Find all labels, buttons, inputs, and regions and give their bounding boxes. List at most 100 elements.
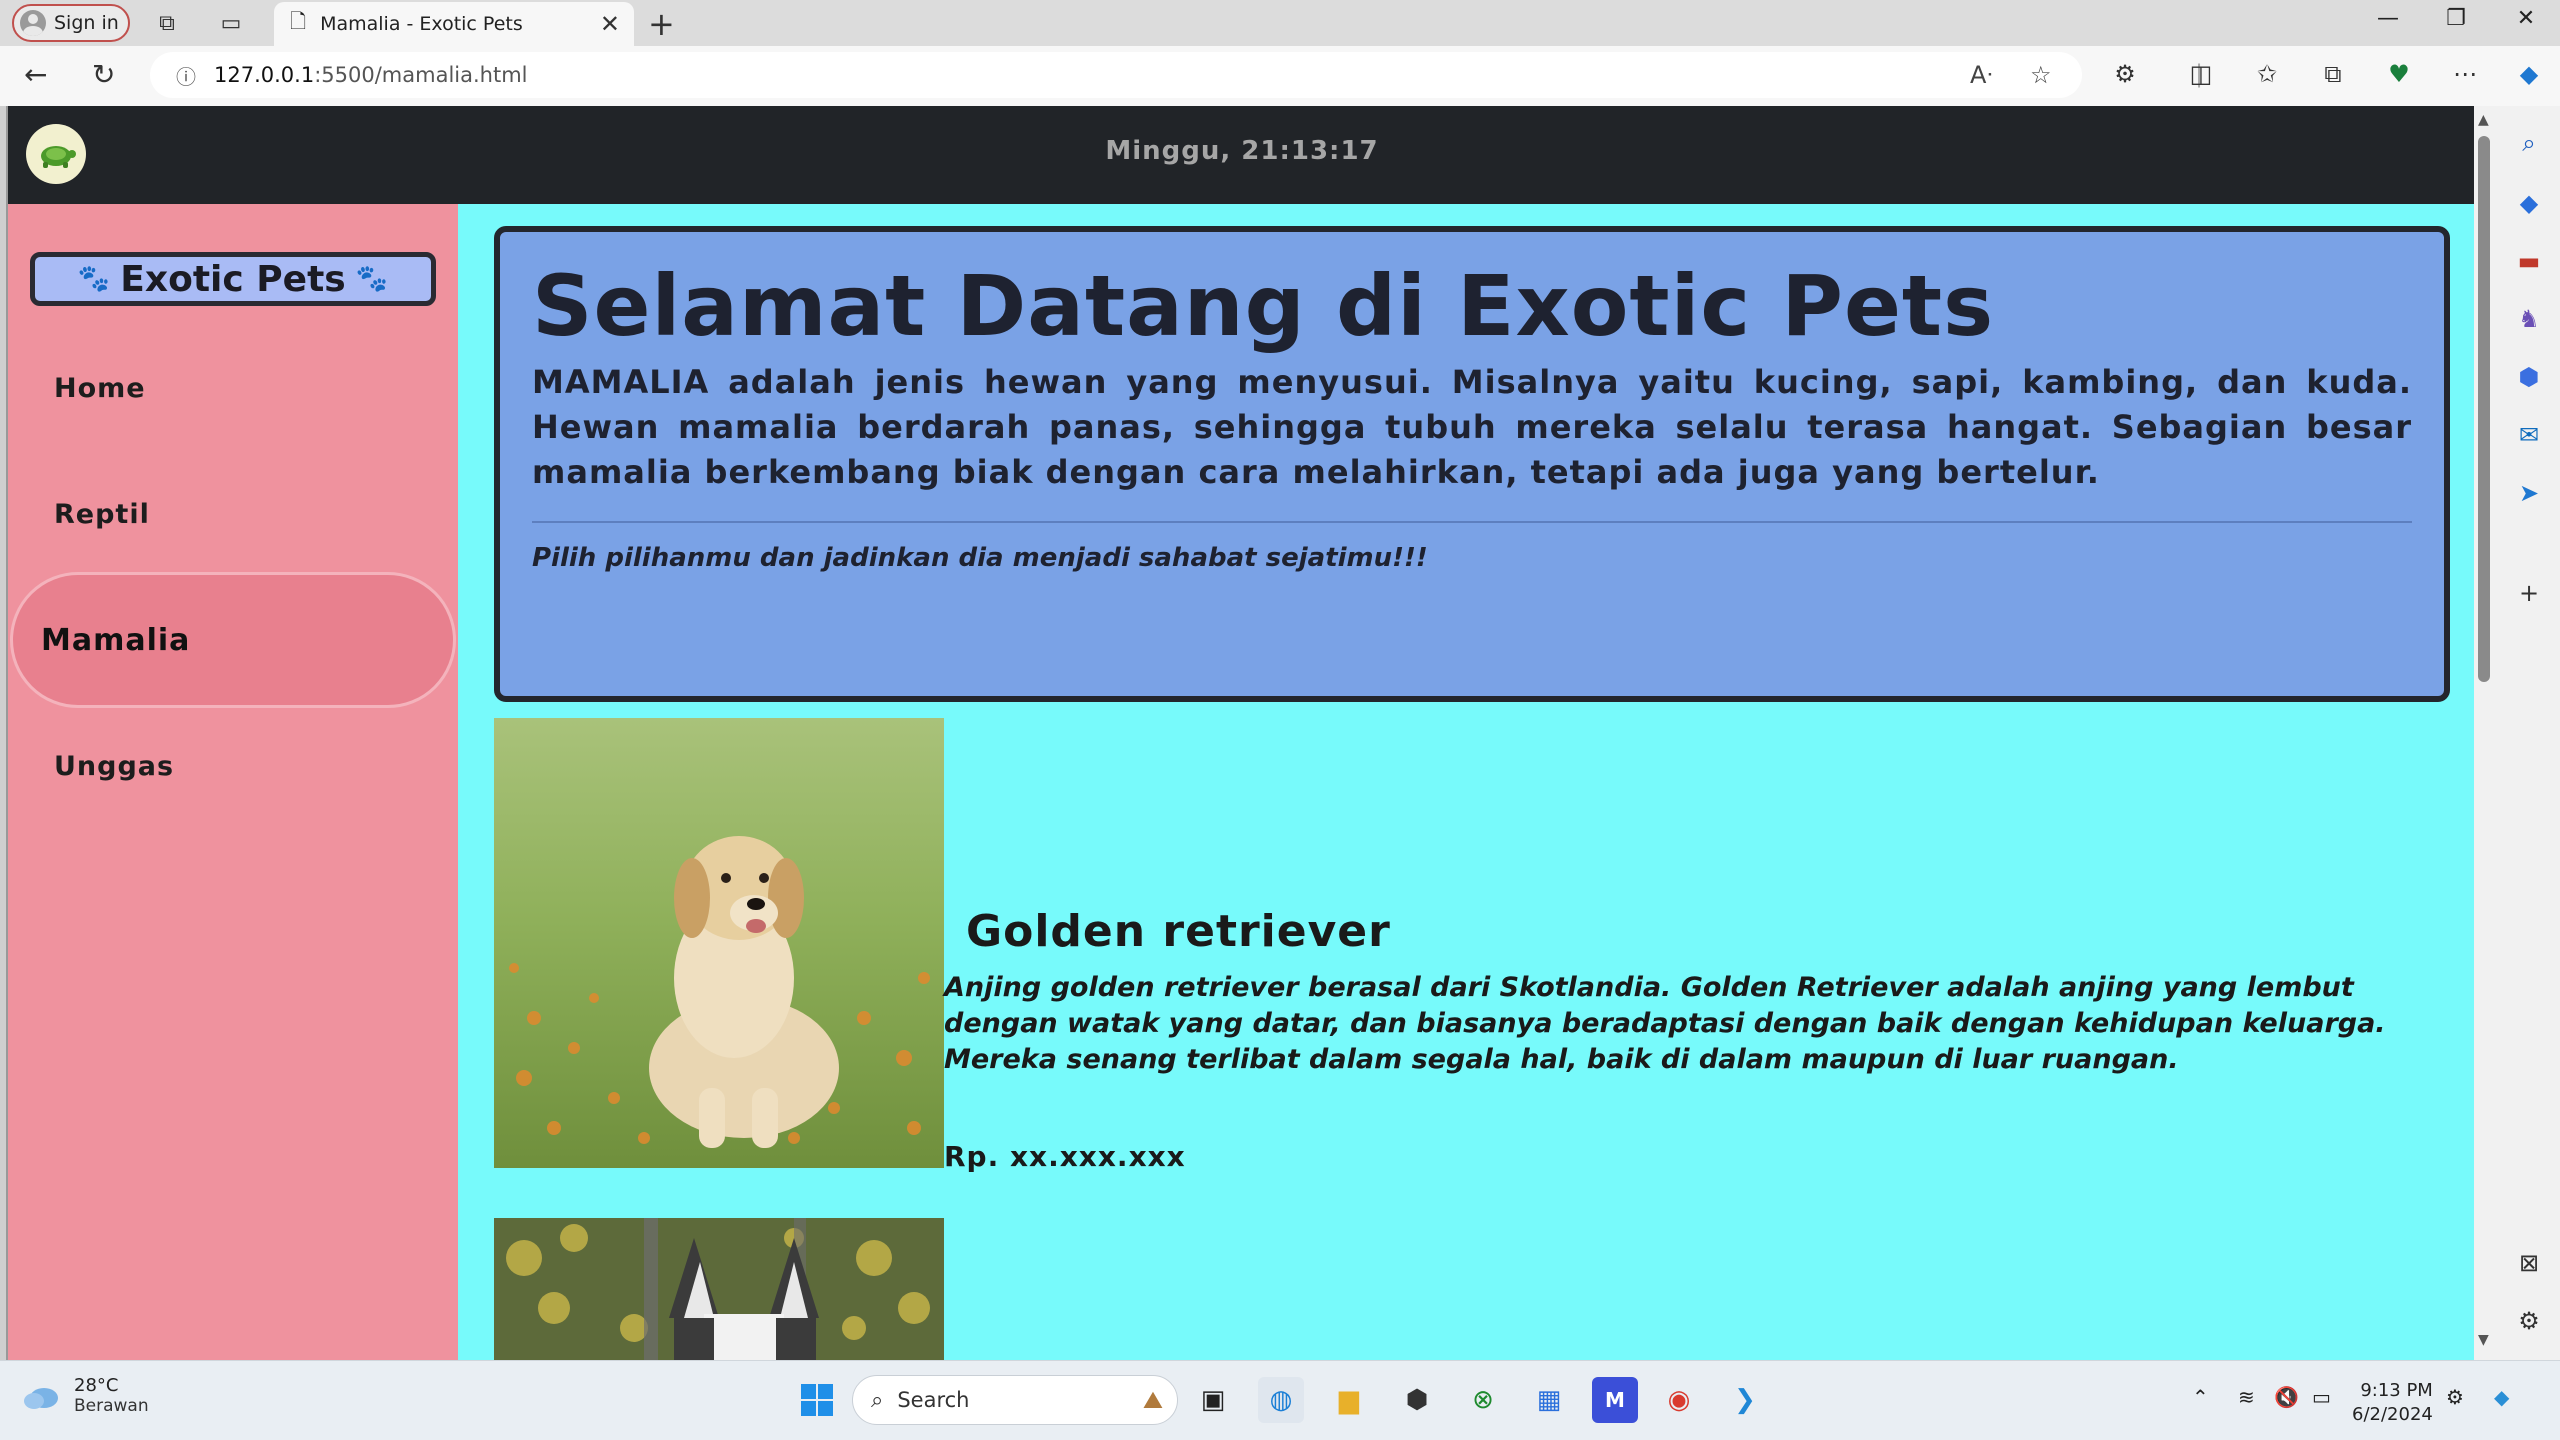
search-label: Search — [897, 1388, 970, 1412]
paw-icon: 🐾 — [77, 264, 111, 294]
close-window-icon[interactable]: ✕ — [2506, 6, 2546, 31]
mamalia-description-text: adalah jenis hewan yang menyusui. Misaln… — [532, 363, 2412, 491]
brand-name: Exotic Pets — [120, 258, 346, 300]
nav-reptil[interactable]: Reptil — [8, 446, 458, 582]
cloud-icon — [24, 1387, 58, 1409]
welcome-title: Selamat Datang di Exotic Pets — [532, 257, 1995, 355]
url-host: 127.0.0.1 — [214, 63, 315, 87]
xbox-icon[interactable]: ⊗ — [1460, 1377, 1506, 1423]
volume-muted-icon[interactable]: 🔇 — [2274, 1385, 2299, 1409]
new-tab-icon[interactable]: + — [648, 5, 675, 43]
live-clock: Minggu, 21:13:17 — [1105, 136, 1379, 166]
brand-badge: 🐾 Exotic Pets 🐾 — [30, 252, 436, 306]
nav-home[interactable]: Home — [8, 320, 458, 456]
app-hexagon-icon[interactable]: ⬢ — [1394, 1377, 1440, 1423]
browser-tab-bar: Sign in ⧉ ▭ 🗋 Mamalia - Exotic Pets ✕ + … — [0, 0, 2560, 46]
scroll-down-icon[interactable]: ▼ — [2478, 1332, 2489, 1348]
shopping-tag-icon[interactable]: ◆ — [2512, 186, 2546, 220]
task-view-icon[interactable]: ▣ — [1190, 1377, 1236, 1423]
paw-icon: 🐾 — [355, 264, 389, 294]
nav-mamalia[interactable]: Mamalia — [10, 572, 456, 708]
favorites-icon[interactable]: ✩ — [2250, 60, 2284, 88]
search-highlight-icon: ⛰ — [1142, 1386, 1163, 1414]
pet-price: Rp. xx.xxx.xxx — [944, 1140, 1186, 1173]
site-sidebar: 🐾 Exotic Pets 🐾 Home Reptil Mamalia Ungg… — [8, 204, 458, 1360]
copilot-pre-icon[interactable]: ◆ — [2494, 1385, 2509, 1409]
sign-in-button[interactable]: Sign in — [12, 4, 130, 42]
weather-temperature: 28°C — [74, 1375, 119, 1396]
url-path: :5500/mamalia.html — [314, 63, 528, 87]
search-icon[interactable]: ⌕ — [2512, 126, 2546, 160]
start-windows-icon[interactable] — [794, 1377, 840, 1423]
outlook-icon[interactable]: ✉ — [2512, 418, 2546, 452]
site-info-icon[interactable]: ⓘ — [176, 61, 196, 90]
wifi-icon[interactable]: ≋ — [2238, 1385, 2255, 1409]
back-icon[interactable]: ← — [24, 58, 47, 91]
chrome-icon[interactable]: ◉ — [1656, 1377, 1702, 1423]
copilot-icon[interactable]: ◆ — [2512, 60, 2546, 88]
show-hidden-icons-chevron-icon[interactable]: ⌃ — [2192, 1385, 2209, 1409]
mamalia-keyword: MAMALIA — [532, 363, 710, 401]
search-icon: ⌕ — [871, 1387, 884, 1413]
welcome-panel: Selamat Datang di Exotic Pets MAMALIA ad… — [494, 226, 2450, 702]
system-time: 9:13 PM — [2360, 1380, 2433, 1401]
call-to-action: Pilih pilihanmu dan jadinkan dia menjadi… — [532, 543, 1428, 573]
battery-icon[interactable]: ▭ — [2312, 1385, 2331, 1409]
browser-essentials-icon[interactable]: ♥ — [2382, 60, 2416, 88]
profile-avatar-icon — [20, 10, 46, 36]
favorite-star-icon[interactable]: ☆ — [2030, 52, 2052, 98]
main-content: Selamat Datang di Exotic Pets MAMALIA ad… — [458, 204, 2474, 1360]
taskbar-search[interactable]: ⌕ Search ⛰ — [852, 1375, 1178, 1425]
sidebar-settings-gear-icon[interactable]: ⚙ — [2512, 1304, 2546, 1338]
tools-briefcase-icon[interactable]: ▬ — [2512, 244, 2546, 278]
scrollbar-thumb[interactable] — [2478, 136, 2490, 682]
windows-taskbar: 28°C Berawan ⌕ Search ⛰ ▣ ◍ ▆ ⬢ ⊗ ▦ M ◉ … — [0, 1360, 2560, 1440]
pet-description: Anjing golden retriever berasal dari Sko… — [944, 972, 2386, 1075]
microsoft365-icon[interactable]: ⬢ — [2512, 360, 2546, 394]
golden-retriever-photo — [494, 718, 944, 1168]
read-aloud-icon[interactable]: Aᐧ — [1970, 52, 1993, 98]
notification-icon[interactable]: ⚙ — [2446, 1385, 2464, 1409]
close-tab-icon[interactable]: ✕ — [600, 10, 620, 38]
address-bar[interactable]: ⓘ 127.0.0.1:5500/mamalia.html Aᐧ ☆ — [150, 52, 2082, 98]
browser-toolbar: ← ↻ ⓘ 127.0.0.1:5500/mamalia.html Aᐧ ☆ ⚙… — [0, 46, 2560, 106]
restore-icon[interactable]: ❐ — [2436, 6, 2476, 31]
pet-card — [494, 1218, 2454, 1360]
send-icon[interactable]: ➤ — [2512, 476, 2546, 510]
husky-photo — [494, 1218, 944, 1360]
workspaces-icon[interactable]: ⧉ — [152, 8, 182, 38]
scroll-up-icon[interactable]: ▲ — [2478, 112, 2489, 128]
system-clock[interactable]: 9:13 PM 6/2/2024 — [2352, 1379, 2433, 1427]
mamalia-description: MAMALIA adalah jenis hewan yang menyusui… — [532, 360, 2412, 495]
collections-icon[interactable]: ⧉ — [2316, 60, 2350, 88]
refresh-icon[interactable]: ↻ — [92, 58, 115, 91]
tab-actions-icon[interactable]: ▭ — [216, 8, 246, 38]
system-date: 6/2/2024 — [2352, 1404, 2433, 1425]
edge-sidebar: ▲ ▼ ⌕ ◆ ▬ ♞ ⬢ ✉ ➤ + ⊠ ⚙ — [2474, 106, 2560, 1360]
edge-browser-icon[interactable]: ◍ — [1258, 1377, 1304, 1423]
more-options-icon[interactable]: ⋯ — [2448, 60, 2482, 88]
extensions-icon[interactable]: ⚙ — [2108, 60, 2142, 88]
weather-description: Berawan — [74, 1396, 149, 1416]
games-icon[interactable]: ♞ — [2512, 302, 2546, 336]
hide-sidebar-icon[interactable]: ⊠ — [2512, 1246, 2546, 1280]
vscode-icon[interactable]: ❯ — [1722, 1377, 1768, 1423]
divider — [532, 521, 2412, 523]
site-header: Minggu, 21:13:17 — [8, 106, 2474, 204]
page-scrollbar[interactable]: ▲ ▼ — [2474, 106, 2496, 1360]
microsoft-store-icon[interactable]: ▦ — [1526, 1377, 1572, 1423]
page-icon: 🗋 — [290, 9, 307, 33]
add-sidebar-app-icon[interactable]: + — [2512, 576, 2546, 610]
page-viewport: Minggu, 21:13:17 🐾 Exotic Pets 🐾 Home Re… — [6, 106, 2474, 1360]
pet-name: Golden retriever — [966, 906, 1391, 957]
split-screen-icon[interactable]: ◫ — [2184, 60, 2218, 88]
file-explorer-icon[interactable]: ▆ — [1326, 1377, 1372, 1423]
weather-widget[interactable]: 28°C Berawan — [22, 1375, 149, 1416]
pet-card: Golden retriever Anjing golden retriever… — [494, 718, 2454, 1178]
sign-in-label: Sign in — [54, 12, 119, 34]
nav-unggas[interactable]: Unggas — [8, 698, 458, 834]
tab-title: Mamalia - Exotic Pets — [320, 13, 523, 35]
minimize-icon[interactable]: — — [2368, 6, 2408, 31]
tab-mamalia[interactable]: 🗋 Mamalia - Exotic Pets ✕ — [274, 2, 634, 46]
app-ma-icon[interactable]: M — [1592, 1377, 1638, 1423]
